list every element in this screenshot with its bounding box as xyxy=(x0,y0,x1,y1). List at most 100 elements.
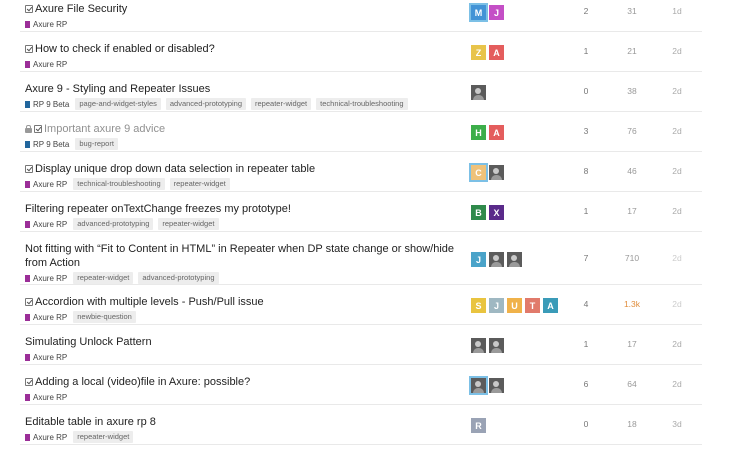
topic-tag[interactable]: repeater-widget xyxy=(158,218,219,230)
topic-title-link[interactable]: Important axure 9 advice xyxy=(44,122,165,136)
poster-avatar[interactable] xyxy=(471,338,486,353)
topic-tag[interactable]: advanced-prototyping xyxy=(73,218,154,230)
category-badge[interactable]: RP 9 Beta xyxy=(25,100,69,109)
category-label: RP 9 Beta xyxy=(33,139,70,149)
poster-avatar[interactable]: T xyxy=(525,298,540,313)
topic-row[interactable]: Axure 9 - Styling and Repeater Issues RP … xyxy=(20,72,702,112)
views-count: 46 xyxy=(627,166,637,176)
topic-title-link[interactable]: Axure 9 - Styling and Repeater Issues xyxy=(25,82,210,96)
topic-tag[interactable]: technical-troubleshooting xyxy=(73,178,165,190)
category-badge[interactable]: Axure RP xyxy=(25,274,67,283)
poster-avatar[interactable]: S xyxy=(471,298,486,313)
category-badge[interactable]: RP 9 Beta xyxy=(25,140,69,149)
activity-age[interactable]: 1d xyxy=(657,6,697,16)
topic-row[interactable]: Filtering repeater onTextChange freezes … xyxy=(20,192,702,232)
topic-posters: C xyxy=(469,163,507,182)
activity-age[interactable]: 2d xyxy=(657,339,697,349)
category-badge[interactable]: Axure RP xyxy=(25,20,67,29)
replies-count: 3 xyxy=(583,126,589,136)
activity-age[interactable]: 2d xyxy=(657,166,697,176)
activity-age[interactable]: 2d xyxy=(657,379,697,389)
poster-avatar[interactable] xyxy=(507,252,522,267)
topic-row[interactable]: Display unique drop down data selection … xyxy=(20,152,702,192)
category-badge[interactable]: Axure RP xyxy=(25,60,67,69)
category-color-swatch xyxy=(25,100,30,108)
activity-age[interactable]: 3d xyxy=(657,419,697,429)
poster-avatar[interactable]: R xyxy=(471,418,486,433)
topic-title-link[interactable]: Editable table in axure rp 8 xyxy=(25,415,156,429)
poster-avatar[interactable]: M xyxy=(469,3,488,22)
topic-tag[interactable]: newbie-question xyxy=(73,311,136,323)
topic-tag[interactable]: bug-report xyxy=(75,138,118,150)
activity-age[interactable]: 2d xyxy=(657,86,697,96)
category-badge[interactable]: Axure RP xyxy=(25,393,67,402)
poster-avatar[interactable]: J xyxy=(471,252,486,267)
poster-avatar[interactable]: U xyxy=(507,298,522,313)
poster-avatar[interactable] xyxy=(471,85,486,100)
topic-title-link[interactable]: Simulating Unlock Pattern xyxy=(25,335,152,349)
activity-age[interactable]: 2d xyxy=(657,46,697,56)
topic-row[interactable]: Accordion with multiple levels - Push/Pu… xyxy=(20,285,702,325)
poster-avatar[interactable]: Z xyxy=(471,45,486,60)
topic-tag[interactable]: technical-troubleshooting xyxy=(316,98,408,110)
topic-title-line: Filtering repeater onTextChange freezes … xyxy=(25,202,465,216)
category-badge[interactable]: Axure RP xyxy=(25,220,67,229)
category-badge[interactable]: Axure RP xyxy=(25,313,67,322)
topic-title-link[interactable]: Not fitting with “Fit to Content in HTML… xyxy=(25,242,465,270)
topic-title-link[interactable]: Filtering repeater onTextChange freezes … xyxy=(25,202,291,216)
poster-avatar[interactable] xyxy=(469,376,488,395)
topic-posters: HA xyxy=(471,125,507,140)
views-count: 21 xyxy=(627,46,637,56)
activity-age[interactable]: 2d xyxy=(657,299,697,309)
category-color-swatch xyxy=(25,393,30,401)
poster-avatar[interactable]: X xyxy=(489,205,504,220)
topic-row[interactable]: Simulating Unlock Pattern Axure RP 1 17 2d xyxy=(20,325,702,365)
poster-avatar[interactable] xyxy=(489,252,504,267)
views-count: 76 xyxy=(627,126,637,136)
topic-title-link[interactable]: Adding a local (video)file in Axure: pos… xyxy=(35,375,250,389)
topic-row[interactable]: Important axure 9 advice RP 9 Beta bug-rep… xyxy=(20,112,702,152)
topic-tag[interactable]: repeater-widget xyxy=(169,178,230,190)
poster-avatar[interactable]: H xyxy=(471,125,486,140)
topic-title-line: Not fitting with “Fit to Content in HTML… xyxy=(25,242,465,270)
topic-tag[interactable]: repeater-widget xyxy=(251,98,312,110)
poster-avatar[interactable]: A xyxy=(543,298,558,313)
topic-row[interactable]: Axure File Security Axure RP M J 2 31 1d xyxy=(20,0,702,32)
topic-row[interactable]: Editable table in axure rp 8 Axure RP repe… xyxy=(20,405,702,445)
activity-age[interactable]: 2d xyxy=(657,206,697,216)
topic-title-link[interactable]: Accordion with multiple levels - Push/Pu… xyxy=(35,295,264,309)
poster-avatar[interactable] xyxy=(489,378,504,393)
poster-avatar[interactable] xyxy=(489,338,504,353)
poster-avatar[interactable]: A xyxy=(489,45,504,60)
topic-posters xyxy=(471,338,507,353)
topic-title-link[interactable]: Display unique drop down data selection … xyxy=(35,162,315,176)
topic-row[interactable]: Adding a local (video)file in Axure: pos… xyxy=(20,365,702,405)
poster-avatar[interactable]: J xyxy=(489,298,504,313)
topic-tag[interactable]: page-and-widget-styles xyxy=(75,98,161,110)
poster-avatar[interactable]: J xyxy=(489,5,504,20)
topic-row[interactable]: Not fitting with “Fit to Content in HTML… xyxy=(20,232,702,285)
category-badge[interactable]: Axure RP xyxy=(25,180,67,189)
topic-tag[interactable]: repeater-widget xyxy=(73,272,134,284)
topic-meta: Axure RP repeater-widget advanced-prototyp… xyxy=(25,272,465,284)
activity-age[interactable]: 2d xyxy=(657,253,697,263)
topic-posters: J xyxy=(471,252,525,267)
topic-row[interactable]: How to check if enabled or disabled? Axur… xyxy=(20,32,702,72)
topic-title-line: Axure 9 - Styling and Repeater Issues xyxy=(25,82,465,96)
topic-tag[interactable]: advanced-prototyping xyxy=(165,98,247,110)
topic-tag[interactable]: repeater-widget xyxy=(73,431,134,443)
topic-main: Not fitting with “Fit to Content in HTML… xyxy=(25,242,465,284)
topic-tag[interactable]: advanced-prototyping xyxy=(138,272,219,284)
topic-main: Display unique drop down data selection … xyxy=(25,162,465,190)
poster-avatar[interactable] xyxy=(489,165,504,180)
activity-age[interactable]: 2d xyxy=(657,126,697,136)
lock-icon xyxy=(25,125,32,133)
poster-avatar[interactable]: B xyxy=(471,205,486,220)
category-badge[interactable]: Axure RP xyxy=(25,433,67,442)
poster-avatar[interactable]: A xyxy=(489,125,504,140)
poster-avatar[interactable]: C xyxy=(469,163,488,182)
topic-title-link[interactable]: Axure File Security xyxy=(35,2,127,16)
replies-count: 0 xyxy=(583,419,589,429)
topic-title-link[interactable]: How to check if enabled or disabled? xyxy=(35,42,215,56)
category-badge[interactable]: Axure RP xyxy=(25,353,67,362)
